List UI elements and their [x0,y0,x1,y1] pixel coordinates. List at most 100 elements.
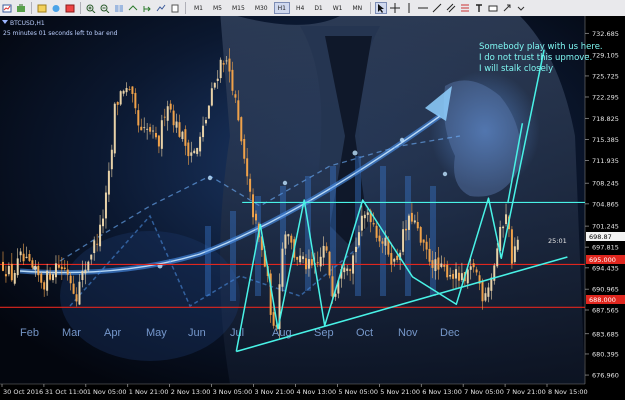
timeframe-m30[interactable]: M30 [251,2,272,14]
tile-windows-icon[interactable] [113,2,125,14]
candle-body [143,127,146,129]
candle-body [431,260,434,268]
candle-body [375,225,378,238]
price-tick-label: 729.105 [592,52,619,60]
candle-body [202,125,205,138]
terminal-icon[interactable] [64,2,76,14]
candle-body [75,294,78,302]
candle-body [113,103,116,154]
candle-body [7,266,10,275]
timeframe-h4[interactable]: H4 [292,2,308,14]
timeframe-m5[interactable]: M5 [209,2,226,14]
candle-body [457,272,460,281]
candle-body [96,243,99,245]
month-label: May [146,327,167,339]
candle-body [222,63,225,65]
candle-body [240,117,243,142]
cursor-icon[interactable] [375,2,388,14]
candle-body [225,60,228,62]
candle-body [213,82,216,88]
candle-body [40,273,43,283]
candle-body [254,213,257,221]
price-tick-label: 697.815 [592,244,619,252]
annotation-line-3: I will stalk closely [479,64,553,74]
candle-body [22,253,25,262]
symbol-label: BTCUSD,H1 [10,20,45,27]
more-tools-icon[interactable] [515,2,527,14]
candle-body [152,130,155,132]
indicators-icon[interactable] [155,2,167,14]
timeframe-m15[interactable]: M15 [228,2,249,14]
navigator-icon[interactable] [50,2,62,14]
text-tool-icon[interactable] [473,2,485,14]
candle-body [281,248,284,287]
candle-body [134,92,137,109]
text-label-icon[interactable] [487,2,499,14]
candle-body [187,142,190,157]
red-level-label-lower: 688.000 [589,296,616,304]
profiles-icon[interactable] [15,2,27,14]
time-tick-label: 7 Nov 05:00 [464,388,504,396]
candle-body [316,262,319,264]
price-tick-label: 718.825 [592,115,619,123]
candle-body [34,265,37,270]
candle-body [349,269,352,271]
crosshair-icon[interactable] [389,2,401,14]
timeframe-w1[interactable]: W1 [329,2,347,14]
candle-body [384,237,387,246]
candle-body [216,78,219,81]
candle-body [166,106,169,121]
timeframe-mn[interactable]: MN [349,2,367,14]
candle-body [272,312,275,326]
price-tick-label: 690.965 [592,286,619,294]
price-tick-label: 694.435 [592,264,619,272]
templates-icon[interactable] [169,2,181,14]
new-chart-icon[interactable] [1,2,13,14]
arrows-icon[interactable] [501,2,513,14]
candle-body [378,235,381,242]
candle-body [363,214,366,219]
candle-body [37,265,40,276]
candle-body [93,240,96,254]
chart-shift-icon[interactable] [141,2,153,14]
candle-body [125,88,128,93]
candle-body [116,102,119,105]
candle-body [360,215,363,231]
candle-body [252,194,255,218]
fibonacci-icon[interactable] [459,2,471,14]
candle-body [231,69,234,91]
candle-body [54,263,57,278]
time-tick-label: 2 Nov 13:00 [171,388,211,396]
candle-body [87,261,90,271]
timeframe-d1[interactable]: D1 [310,2,326,14]
trendline-icon[interactable] [431,2,443,14]
candle-body [302,256,305,260]
price-tick-label: 687.565 [592,307,619,315]
candle-body [496,248,499,267]
candle-body [440,263,443,267]
vertical-line-icon[interactable] [403,2,415,14]
autoscroll-icon[interactable] [127,2,139,14]
candle-body [99,224,102,247]
candle-body [396,255,399,260]
price-tick-label: 708.245 [592,180,619,188]
time-tick-label: 3 Nov 05:00 [213,388,253,396]
candle-body [343,267,346,273]
price-chart[interactable]: Feb Mar Apr May Jun Jul Aug Sep Oct Nov Dec 732.68… [0,16,625,400]
candle-body [428,248,431,262]
price-tick-label: 725.725 [592,72,619,80]
month-label: Dec [440,327,460,339]
equidistant-channel-icon[interactable] [445,2,457,14]
candle-body [319,256,322,267]
candle-body [299,255,302,263]
candle-body [110,149,113,170]
time-tick-label: 7 Nov 21:00 [506,388,546,396]
zoom-out-icon[interactable] [99,2,111,14]
candle-body [357,232,360,246]
horizontal-line-icon[interactable] [417,2,429,14]
timeframe-m1[interactable]: M1 [190,2,207,14]
zoom-in-icon[interactable] [85,2,97,14]
month-label: Feb [20,327,39,339]
market-watch-icon[interactable] [36,2,48,14]
timeframe-h1[interactable]: H1 [273,2,290,14]
